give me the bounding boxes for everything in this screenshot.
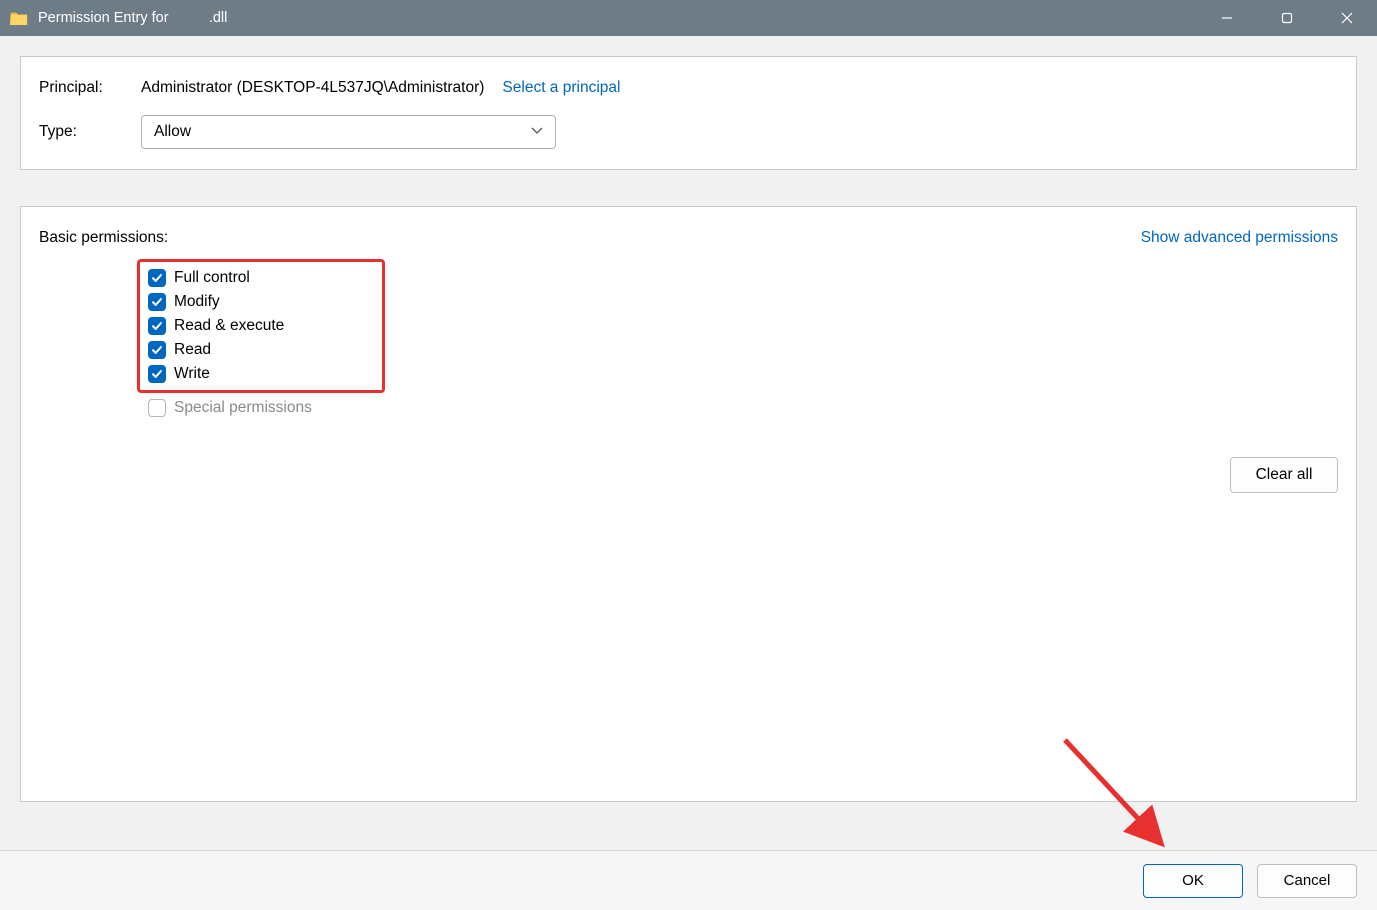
checkbox-unchecked-icon <box>148 399 166 417</box>
permissions-panel: Basic permissions: Show advanced permiss… <box>20 206 1357 802</box>
minimize-button[interactable] <box>1197 0 1257 36</box>
permission-read[interactable]: Read <box>148 338 374 362</box>
permission-read-execute[interactable]: Read & execute <box>148 314 374 338</box>
clear-all-button[interactable]: Clear all <box>1230 457 1338 493</box>
select-principal-link[interactable]: Select a principal <box>502 79 620 97</box>
checkbox-checked-icon <box>148 365 166 383</box>
permission-full-control[interactable]: Full control <box>148 266 374 290</box>
permission-write[interactable]: Write <box>148 362 374 386</box>
type-select[interactable]: Allow <box>141 115 556 149</box>
checkbox-checked-icon <box>148 341 166 359</box>
checkbox-checked-icon <box>148 269 166 287</box>
permission-label: Special permissions <box>174 399 312 417</box>
permission-special: Special permissions <box>148 393 1338 420</box>
permission-label: Read <box>174 341 211 359</box>
window-title: Permission Entry for .dll <box>38 10 1197 26</box>
close-button[interactable] <box>1317 0 1377 36</box>
checkbox-checked-icon <box>148 317 166 335</box>
principal-value: Administrator (DESKTOP-4L537JQ\Administr… <box>141 79 484 97</box>
basic-permissions-label: Basic permissions: <box>39 229 168 247</box>
principal-panel: Principal: Administrator (DESKTOP-4L537J… <box>20 56 1357 170</box>
window-titlebar: Permission Entry for .dll <box>0 0 1377 36</box>
chevron-down-icon <box>531 126 543 138</box>
principal-label: Principal: <box>39 79 141 97</box>
content-area: Principal: Administrator (DESKTOP-4L537J… <box>0 36 1377 850</box>
permission-label: Modify <box>174 293 220 311</box>
permission-label: Write <box>174 365 210 383</box>
cancel-button[interactable]: Cancel <box>1257 864 1357 898</box>
dialog-footer: OK Cancel <box>0 850 1377 910</box>
permission-modify[interactable]: Modify <box>148 290 374 314</box>
show-advanced-permissions-link[interactable]: Show advanced permissions <box>1141 229 1338 247</box>
highlighted-permissions-box: Full control Modify Read & execute Read <box>137 259 385 393</box>
type-label: Type: <box>39 123 141 141</box>
folder-icon <box>10 11 28 26</box>
permission-label: Full control <box>174 269 250 287</box>
type-select-value: Allow <box>154 123 191 141</box>
permission-label: Read & execute <box>174 317 284 335</box>
ok-button[interactable]: OK <box>1143 864 1243 898</box>
maximize-button[interactable] <box>1257 0 1317 36</box>
checkbox-checked-icon <box>148 293 166 311</box>
